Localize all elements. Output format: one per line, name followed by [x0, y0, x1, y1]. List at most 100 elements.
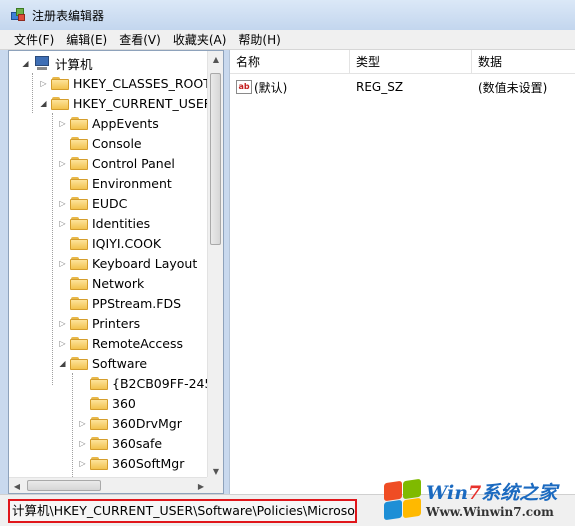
folder-icon — [70, 316, 88, 330]
folder-icon — [70, 336, 88, 350]
expand-icon[interactable]: ▷ — [58, 333, 67, 353]
status-path: 计算机\HKEY_CURRENT_USER\Software\Policies\… — [8, 499, 357, 523]
tree-item-360[interactable]: 360 — [78, 393, 136, 413]
tree-item-label: 360DrvMgr — [112, 415, 182, 431]
tree-item-b2cb09ff[interactable]: {B2CB09FF-2453 — [78, 373, 209, 393]
tree-item-console[interactable]: Console — [58, 133, 142, 153]
menu-favorites[interactable]: 收藏夹(A) — [167, 30, 233, 50]
tree-item-eudc[interactable]: ▷ EUDC — [58, 193, 127, 213]
tree-item-label: AppEvents — [92, 115, 159, 131]
folder-icon — [51, 96, 69, 110]
folder-icon — [70, 136, 88, 150]
menu-edit[interactable]: 编辑(E) — [60, 30, 113, 50]
value-name-cell: ab (默认) — [230, 79, 350, 96]
expand-icon[interactable]: ▷ — [58, 213, 67, 233]
column-header-type[interactable]: 类型 — [350, 50, 472, 74]
watermark-url: Www.Winwin7.com — [426, 505, 554, 519]
folder-icon — [90, 396, 108, 410]
expand-icon[interactable]: ▷ — [78, 453, 87, 473]
tree-item-label: 360 — [112, 395, 136, 411]
folder-icon — [70, 176, 88, 190]
tree-item-ppstream-fds[interactable]: PPStream.FDS — [58, 293, 181, 313]
expand-icon[interactable]: ▷ — [78, 413, 87, 433]
folder-icon — [70, 216, 88, 230]
tree-horizontal-scrollbar[interactable]: ◀ ▶ — [9, 477, 209, 493]
scroll-up-icon[interactable]: ▲ — [208, 51, 223, 67]
list-header: 名称 类型 数据 — [230, 50, 575, 74]
tree-item-label: HKEY_CURRENT_USER — [73, 95, 209, 111]
tree-item-label: Identities — [92, 215, 151, 231]
tree-item-network[interactable]: Network — [58, 273, 144, 293]
tree-item-computer[interactable]: ◢ 计算机 — [21, 53, 93, 73]
scroll-left-icon[interactable]: ◀ — [9, 478, 25, 493]
value-type: REG_SZ — [356, 80, 404, 94]
tree-item-label: Control Panel — [92, 155, 175, 171]
tree-item-360safe[interactable]: ▷ 360safe — [78, 433, 162, 453]
tree-item-label: HKEY_CLASSES_ROOT — [73, 75, 209, 91]
collapse-icon[interactable]: ◢ — [21, 53, 30, 73]
tree-item-label: Keyboard Layout — [92, 255, 198, 271]
tree-item-hkey-classes-root[interactable]: ▷ HKEY_CLASSES_ROOT — [39, 73, 209, 93]
tree-item-360softmgr[interactable]: ▷ 360SoftMgr — [78, 453, 184, 473]
registry-tree[interactable]: ◢ 计算机 ▷ HKEY_CLASSES_ROOT ◢ HKEY_CURRENT… — [8, 50, 224, 494]
folder-icon — [90, 376, 108, 390]
tree-content: ◢ 计算机 ▷ HKEY_CLASSES_ROOT ◢ HKEY_CURRENT… — [9, 51, 209, 479]
tree-item-label: RemoteAccess — [92, 335, 184, 351]
expand-icon[interactable]: ▷ — [58, 253, 67, 273]
tree-item-hkey-current-user[interactable]: ◢ HKEY_CURRENT_USER — [39, 93, 209, 113]
scrollbar-corner — [207, 477, 223, 493]
scroll-thumb[interactable] — [27, 480, 101, 491]
title-bar: 注册表编辑器 — [0, 0, 575, 30]
collapse-icon[interactable]: ◢ — [39, 93, 48, 113]
column-header-data[interactable]: 数据 — [472, 50, 575, 74]
expand-icon[interactable]: ▷ — [58, 153, 67, 173]
tree-item-software[interactable]: ◢ Software — [58, 353, 147, 373]
tree-item-iqiyi-cook[interactable]: IQIYI.COOK — [58, 233, 161, 253]
folder-icon — [70, 156, 88, 170]
string-value-icon: ab — [236, 80, 252, 94]
expand-icon[interactable]: ▷ — [39, 73, 48, 93]
folder-icon — [90, 416, 108, 430]
scroll-thumb[interactable] — [210, 73, 221, 245]
folder-icon — [70, 116, 88, 130]
tree-item-label: Environment — [92, 175, 172, 191]
menu-bar: 文件(F) 编辑(E) 查看(V) 收藏夹(A) 帮助(H) — [0, 30, 575, 50]
window-title: 注册表编辑器 — [32, 8, 105, 23]
tree-item-360drvmgr[interactable]: ▷ 360DrvMgr — [78, 413, 182, 433]
tree-item-printers[interactable]: ▷ Printers — [58, 313, 140, 333]
values-list[interactable]: 名称 类型 数据 ab (默认) REG_SZ (数值未设置) — [229, 50, 575, 494]
tree-item-environment[interactable]: Environment — [58, 173, 172, 193]
tree-vertical-scrollbar[interactable]: ▲ ▼ — [207, 51, 223, 479]
expand-icon[interactable]: ▷ — [58, 113, 67, 133]
watermark: Win7系统之家 Www.Winwin7.com — [380, 474, 575, 526]
tree-item-appevents[interactable]: ▷ AppEvents — [58, 113, 159, 133]
column-header-name[interactable]: 名称 — [230, 50, 350, 74]
expand-icon[interactable]: ▷ — [58, 313, 67, 333]
tree-item-label: 360SoftMgr — [112, 455, 185, 471]
tree-item-label: Printers — [92, 315, 141, 331]
tree-item-remoteaccess[interactable]: ▷ RemoteAccess — [58, 333, 183, 353]
windows-logo-icon — [382, 478, 422, 521]
tree-item-label: 360safe — [112, 435, 163, 451]
folder-icon — [70, 256, 88, 270]
folder-icon — [70, 236, 88, 250]
tree-item-label: 计算机 — [55, 56, 93, 72]
tree-item-label: Console — [92, 135, 142, 151]
expand-icon[interactable]: ▷ — [58, 193, 67, 213]
expand-icon[interactable]: ▷ — [78, 433, 87, 453]
value-data: (数值未设置) — [478, 80, 548, 95]
menu-file[interactable]: 文件(F) — [8, 30, 60, 50]
tree-item-control-panel[interactable]: ▷ Control Panel — [58, 153, 175, 173]
table-row[interactable]: ab (默认) REG_SZ (数值未设置) — [230, 76, 575, 98]
tree-item-keyboard-layout[interactable]: ▷ Keyboard Layout — [58, 253, 197, 273]
folder-icon — [70, 276, 88, 290]
menu-view[interactable]: 查看(V) — [113, 30, 167, 50]
tree-item-label: PPStream.FDS — [92, 295, 182, 311]
folder-icon — [51, 76, 69, 90]
menu-help[interactable]: 帮助(H) — [232, 30, 286, 50]
collapse-icon[interactable]: ◢ — [58, 353, 67, 373]
computer-icon — [33, 56, 51, 70]
tree-item-identities[interactable]: ▷ Identities — [58, 213, 150, 233]
